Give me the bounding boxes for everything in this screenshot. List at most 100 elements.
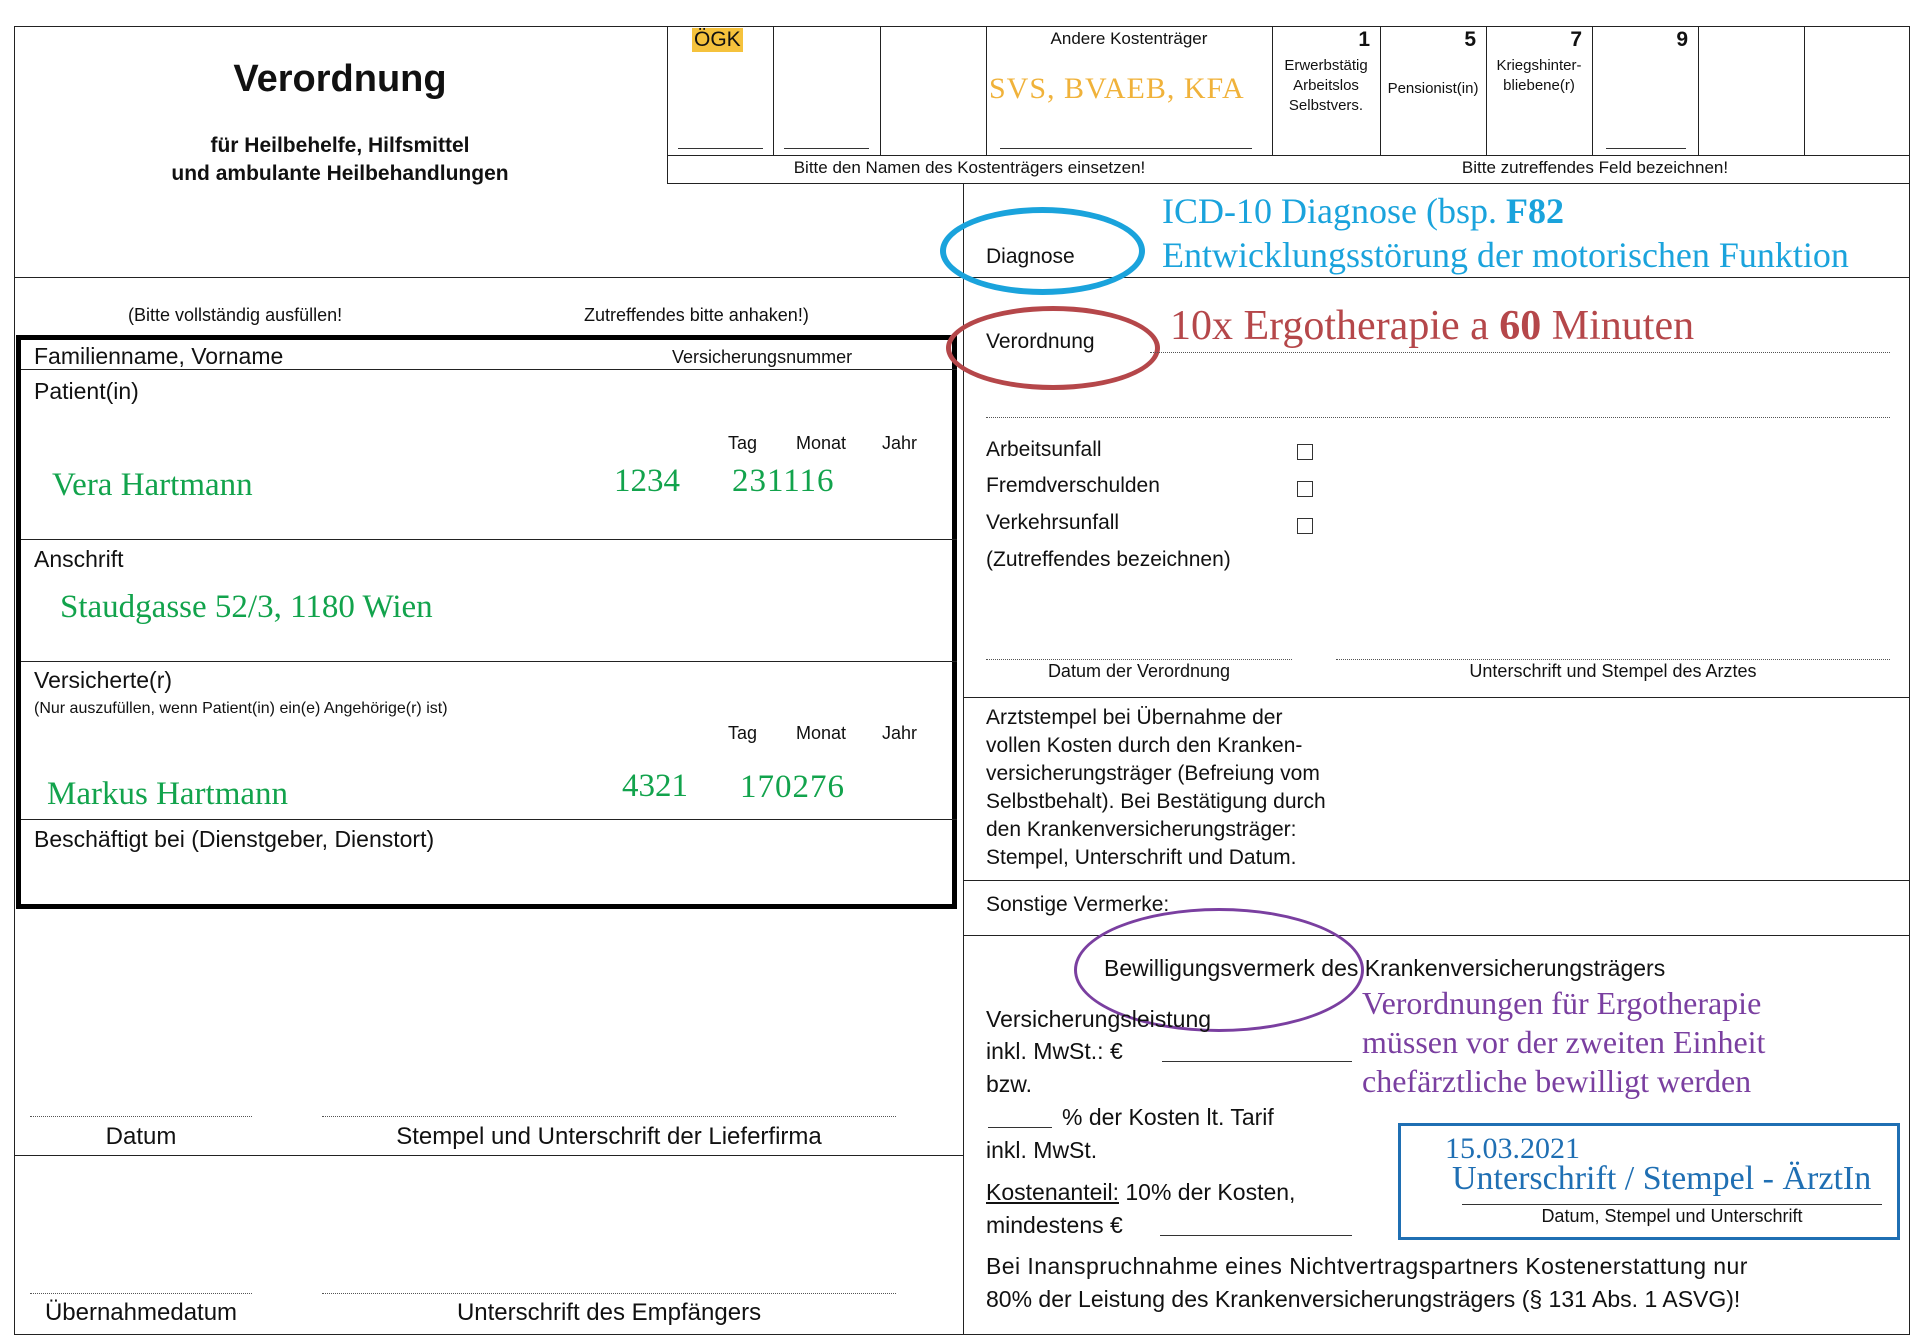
diagnose-note-line2: Entwicklungsstörung der motorischen Funk… (1162, 235, 1849, 275)
inkl-mwst-eur-label: inkl. MwSt.: € (986, 1038, 1123, 1064)
diagnose-code: F82 (1505, 191, 1564, 231)
category-7-number: 7 (1570, 28, 1582, 51)
lieferung-datum-label: Datum (105, 1123, 177, 1150)
familienname-label: Familienname, Vorname (34, 343, 284, 369)
arztstempel-text: Arztstempel bei Übernahme der (986, 706, 1283, 729)
uebernahmedatum-label: Übernahmedatum (44, 1299, 238, 1326)
arztstempel-text: vollen Kosten durch den Kranken- (986, 734, 1303, 757)
andere-kostentraeger-label: Andere Kostenträger (1050, 29, 1208, 48)
verkehrsunfall-checkbox[interactable] (1297, 518, 1313, 534)
empfaenger-line (322, 1293, 896, 1294)
form-subtitle-line2: und ambulante Heilbehandlungen (171, 162, 509, 185)
versicherter-label: Versicherte(r) (34, 667, 173, 693)
header-hint-row-bottom (667, 183, 1910, 184)
hint-zutreffendes-feld: Bitte zutreffendes Feld bezeichnen! (1461, 158, 1729, 177)
outer-right-border (1909, 26, 1910, 1335)
patient-box-divider (21, 661, 957, 662)
kostenanteil-rest: 10% der Kosten, (1118, 1179, 1296, 1205)
prozent-line (988, 1127, 1052, 1128)
arztstempel-text: den Krankenversicherungsträger: (986, 818, 1297, 841)
birth-monat-label: Monat (796, 433, 847, 453)
nichtvertragspartner-text: Bei Inanspruchnahme eines Nichtvertragsp… (986, 1253, 1748, 1279)
outer-left-border (14, 26, 15, 1335)
header-divider (1698, 26, 1699, 155)
header-divider (1804, 26, 1805, 155)
patient-name-value[interactable]: Vera Hartmann (52, 467, 253, 504)
diagnose-note-prefix: ICD-10 Diagnose (bsp. (1162, 191, 1506, 231)
patient-birthdate-value[interactable]: 231116 (732, 463, 835, 500)
left-divider (14, 277, 963, 278)
datum-verordnung-line (986, 659, 1292, 660)
versicherter-jahr-label: Jahr (882, 723, 918, 743)
verordnung-line (986, 417, 1890, 418)
verordnung-note: 10x Ergotherapie a 60 Minuten (1170, 302, 1694, 350)
category-1-label: Selbstvers. (1288, 97, 1364, 114)
beschaeftigt-label: Beschäftigt bei (Dienstgeber, Dienstort) (34, 826, 435, 852)
versicherter-tag-label: Tag (728, 723, 758, 743)
versicherungsleistung-label: Versicherungsleistung (986, 1006, 1212, 1032)
verordnung-line (1150, 352, 1890, 353)
arztstempel-text: versicherungsträger (Befreiung vom (986, 762, 1320, 785)
arztstempel-text: Selbstbehalt). Bei Bestätigung durch (986, 790, 1326, 813)
versicherter-monat-label: Monat (796, 723, 847, 743)
stamp-signature: Unterschrift / Stempel - ÄrztIn (1452, 1160, 1872, 1197)
verordnung-note-prefix: 10x Ergotherapie a (1170, 303, 1500, 349)
instruction-right: Zutreffendes bitte anhaken!) (584, 305, 809, 325)
kostenanteil-label: Kostenanteil: 10% der Kosten, (986, 1179, 1295, 1206)
header-divider (880, 26, 881, 155)
category-1-label: Arbeitslos (1293, 77, 1359, 94)
empfaenger-label: Unterschrift des Empfängers (456, 1299, 762, 1326)
anschrift-value[interactable]: Staudgasse 52/3, 1180 Wien (60, 589, 433, 626)
versicherter-versnr-value[interactable]: 4321 (622, 768, 688, 805)
versicherungsnummer-label: Versicherungsnummer (672, 347, 853, 367)
blank-line (784, 148, 869, 149)
category-9-number: 9 (1676, 28, 1688, 51)
fremdverschulden-label: Fremdverschulden (986, 474, 1160, 497)
patient-versnr-value[interactable]: 1234 (614, 463, 680, 500)
blank-line (678, 148, 763, 149)
lieferung-stempel-line (322, 1116, 896, 1117)
bewilligung-note-line2: müssen vor der zweiten Einheit (1362, 1024, 1766, 1060)
stamp-signature-line (1462, 1204, 1882, 1205)
ogk-label: ÖGK (692, 28, 743, 52)
header-divider (773, 26, 774, 155)
nichtvertragspartner-text: 80% der Leistung des Krankenversicherung… (986, 1286, 1741, 1312)
form-title: Verordnung (233, 58, 447, 100)
arbeitsunfall-checkbox[interactable] (1297, 444, 1313, 460)
versicherter-note: (Nur auszufüllen, wenn Patient(in) ein(e… (34, 700, 448, 717)
birth-jahr-label: Jahr (882, 433, 918, 453)
right-divider (963, 880, 1909, 881)
bewilligung-note-line3: chefärztliche bewilligt werden (1362, 1063, 1752, 1099)
bewilligung-rest: des Krankenversicherungsträgers (1314, 955, 1666, 981)
outer-bottom-border (14, 1334, 1910, 1335)
hint-kostentraeger-name: Bitte den Namen des Kostenträgers einset… (793, 158, 1146, 177)
unterschrift-arzt-line (1336, 659, 1890, 660)
patient-box-divider (21, 819, 957, 820)
category-5-number: 5 (1464, 28, 1476, 51)
sonstige-vermerke-label: Sonstige Vermerke: (986, 893, 1170, 916)
instruction-left: (Bitte vollständig ausfüllen! (128, 305, 343, 325)
verkehrsunfall-label: Verkehrsunfall (986, 511, 1120, 534)
stamp-caption: Datum, Stempel und Unterschrift (1541, 1206, 1803, 1226)
fremdverschulden-checkbox[interactable] (1297, 481, 1313, 497)
bewilligung-circled: Bewilligungsvermerk (1104, 955, 1315, 981)
bewilligung-label: Bewilligungsvermerk des Krankenversicher… (1104, 955, 1665, 982)
versicherter-birthdate-value[interactable]: 170276 (740, 769, 845, 806)
diagnose-label: Diagnose (986, 245, 1075, 268)
category-1-label: Erwerbstätig (1284, 57, 1368, 74)
arztstempel-text: Stempel, Unterschrift und Datum. (986, 846, 1297, 869)
blank-line (1606, 148, 1686, 149)
versicherungsleistung-amount-line (1162, 1061, 1352, 1062)
category-7-label: bliebene(r) (1503, 77, 1575, 94)
verordnung-minutes: 60 (1499, 303, 1542, 349)
right-divider (963, 697, 1909, 698)
unfall-hint: (Zutreffendes bezeichnen) (986, 548, 1231, 571)
outer-top-border (14, 26, 1910, 27)
lieferung-stempel-label: Stempel und Unterschrift der Lieferfirma (396, 1123, 822, 1150)
patient-section-label: Patient(in) (34, 378, 139, 404)
form-subtitle-line1: für Heilbehelfe, Hilfsmittel (210, 134, 470, 157)
versicherter-name-value[interactable]: Markus Hartmann (47, 776, 288, 813)
datum-verordnung-label: Datum der Verordnung (1047, 661, 1231, 681)
category-7-label: Kriegshinter- (1496, 57, 1582, 74)
arbeitsunfall-label: Arbeitsunfall (986, 438, 1102, 461)
